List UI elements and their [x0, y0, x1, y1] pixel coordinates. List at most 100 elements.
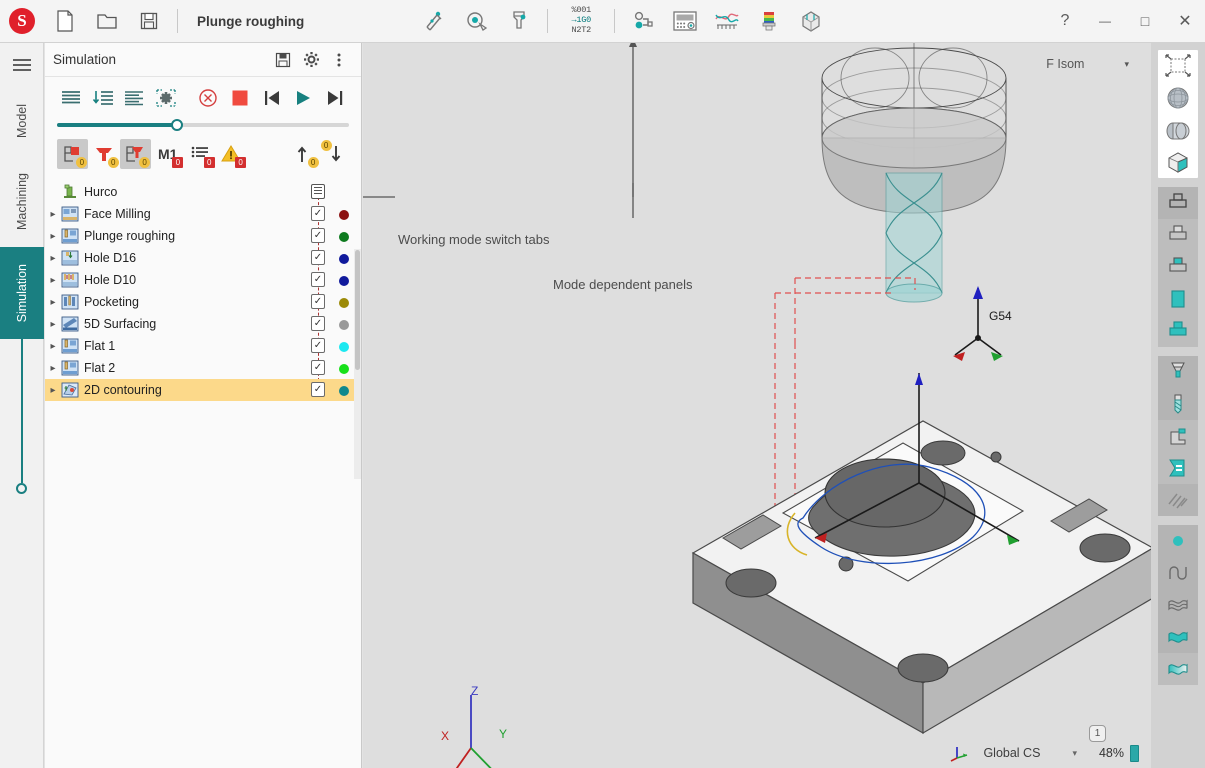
- color-swatch[interactable]: [339, 254, 349, 264]
- nc-code-icon[interactable]: %001 →1G0 N2T2: [555, 0, 607, 43]
- expand-arrow-icon[interactable]: ▸: [45, 341, 61, 352]
- stock-partial-icon[interactable]: [1158, 251, 1198, 283]
- measure-icon[interactable]: [456, 0, 498, 43]
- tree-row-flat-1[interactable]: ▸ Flat 1 ✓: [45, 335, 361, 357]
- visibility-checkbox[interactable]: ✓: [311, 360, 325, 375]
- expand-arrow-icon[interactable]: ▸: [45, 209, 61, 220]
- simulation-settings-button[interactable]: [150, 83, 182, 113]
- expand-arrow-icon[interactable]: ▸: [45, 385, 61, 396]
- section-cube-icon[interactable]: [1158, 146, 1198, 178]
- zoom-level[interactable]: 48%: [1099, 746, 1124, 760]
- path-point-icon[interactable]: [1158, 525, 1198, 557]
- tool-drill-icon[interactable]: [1158, 388, 1198, 420]
- cancel-button[interactable]: [192, 83, 224, 113]
- color-swatch[interactable]: [339, 210, 349, 220]
- color-swatch[interactable]: [339, 320, 349, 330]
- visibility-checkbox[interactable]: ✓: [311, 338, 325, 353]
- save-icon[interactable]: [269, 46, 297, 74]
- fit-to-window-icon[interactable]: [1158, 50, 1198, 82]
- expand-arrow-icon[interactable]: ▸: [45, 297, 61, 308]
- gear-icon[interactable]: [297, 46, 325, 74]
- color-swatch[interactable]: [339, 276, 349, 286]
- tree-row-5d-surfacing[interactable]: ▸ 5D Surfacing ✓: [45, 313, 361, 335]
- save-file-icon[interactable]: [128, 0, 170, 43]
- document-icon[interactable]: [311, 184, 325, 199]
- show-all-lines-button[interactable]: [55, 83, 87, 113]
- collision-tool-button[interactable]: 0: [88, 139, 119, 169]
- collision-part-button[interactable]: 0: [57, 139, 89, 169]
- step-forward-button[interactable]: [319, 83, 351, 113]
- m-function-button[interactable]: M1 0: [151, 139, 184, 169]
- path-mesh-icon[interactable]: [1158, 589, 1198, 621]
- sidebar-item-simulation[interactable]: Simulation: [0, 247, 44, 339]
- menu-icon[interactable]: [0, 43, 44, 87]
- tool-holder-icon[interactable]: [1158, 356, 1198, 388]
- toolpath-hatch-icon[interactable]: [1158, 484, 1198, 516]
- visibility-checkbox[interactable]: ✓: [311, 206, 325, 221]
- stock-block-icon[interactable]: [790, 0, 832, 43]
- path-surface-icon[interactable]: [1158, 621, 1198, 653]
- expand-arrow-icon[interactable]: ▸: [45, 253, 61, 264]
- zoom-indicator-bar[interactable]: [1130, 744, 1139, 762]
- tree-row-face-milling[interactable]: ▸ Face Milling ✓: [45, 203, 361, 225]
- minimize-button[interactable]: —: [1085, 0, 1125, 43]
- expand-arrow-icon[interactable]: ▸: [45, 319, 61, 330]
- expand-arrow-icon[interactable]: ▸: [45, 231, 61, 242]
- warnings-button[interactable]: 0: [216, 139, 247, 169]
- panel-scrollbar[interactable]: [354, 249, 361, 479]
- step-to-line-button[interactable]: [87, 83, 119, 113]
- color-swatch[interactable]: [339, 386, 349, 396]
- overcut-up-button[interactable]: 0: [288, 139, 319, 169]
- tree-row-flat-2[interactable]: ▸ Flat 2 ✓: [45, 357, 361, 379]
- rewind-button[interactable]: [256, 83, 288, 113]
- sidebar-item-machining[interactable]: Machining: [0, 155, 44, 247]
- machine-setup-icon[interactable]: [622, 0, 664, 43]
- slider-handle[interactable]: [170, 119, 183, 131]
- shaded-solid-icon[interactable]: [1158, 114, 1198, 146]
- visibility-checkbox[interactable]: ✓: [311, 250, 325, 265]
- help-button[interactable]: ?: [1045, 0, 1085, 43]
- play-button[interactable]: [287, 83, 319, 113]
- tree-row-pocketing[interactable]: ▸ Pocketing ✓: [45, 291, 361, 313]
- control-panel-icon[interactable]: [664, 0, 706, 43]
- view-orientation-select[interactable]: F Isom ▾: [1046, 57, 1129, 71]
- stock-full-icon[interactable]: [1158, 283, 1198, 315]
- close-button[interactable]: ✕: [1165, 0, 1205, 43]
- stock-outline-icon[interactable]: [1158, 187, 1198, 219]
- tool-color-icon[interactable]: [748, 0, 790, 43]
- color-swatch[interactable]: [339, 364, 349, 374]
- expand-arrow-icon[interactable]: ▸: [45, 275, 61, 286]
- collision-holder-button[interactable]: 0: [119, 139, 152, 169]
- path-curve-icon[interactable]: [1158, 557, 1198, 589]
- visibility-checkbox[interactable]: ✓: [311, 272, 325, 287]
- tree-row-hole-d10[interactable]: ▸ Hole D10 ✓: [45, 269, 361, 291]
- tree-row-hole-d16[interactable]: ▸ Hole D16 ✓: [45, 247, 361, 269]
- clamp-icon[interactable]: [1158, 452, 1198, 484]
- simulation-speed-slider[interactable]: [45, 117, 361, 133]
- tree-root-row[interactable]: Hurco: [45, 181, 361, 203]
- color-swatch[interactable]: [339, 298, 349, 308]
- visibility-checkbox[interactable]: ✓: [311, 228, 325, 243]
- color-swatch[interactable]: [339, 342, 349, 352]
- message-list-button[interactable]: 0: [184, 139, 215, 169]
- open-file-icon[interactable]: [86, 0, 128, 43]
- tree-row-2d-contouring[interactable]: ▸ 2D contouring ✓: [45, 379, 361, 401]
- visibility-checkbox[interactable]: ✓: [311, 382, 325, 397]
- path-shaded-icon[interactable]: [1158, 653, 1198, 685]
- list-lines-button[interactable]: [119, 83, 151, 113]
- sidebar-item-model[interactable]: Model: [0, 87, 44, 155]
- maximize-button[interactable]: □: [1125, 0, 1165, 43]
- snap-magnet-icon[interactable]: [414, 0, 456, 43]
- 3d-viewport[interactable]: Working mode switch tabs Mode dependent …: [363, 43, 1151, 768]
- tree-row-plunge-roughing[interactable]: ▸ Plunge roughing ✓: [45, 225, 361, 247]
- visibility-checkbox[interactable]: ✓: [311, 316, 325, 331]
- stop-button[interactable]: [224, 83, 256, 113]
- wireframe-sphere-icon[interactable]: [1158, 82, 1198, 114]
- caliper-icon[interactable]: [498, 0, 540, 43]
- more-options-icon[interactable]: [325, 46, 353, 74]
- visibility-checkbox[interactable]: ✓: [311, 294, 325, 309]
- toolpath-graph-icon[interactable]: [706, 0, 748, 43]
- expand-arrow-icon[interactable]: ▸: [45, 363, 61, 374]
- fixture-icon[interactable]: [1158, 420, 1198, 452]
- overcut-down-button[interactable]: 0: [320, 139, 351, 169]
